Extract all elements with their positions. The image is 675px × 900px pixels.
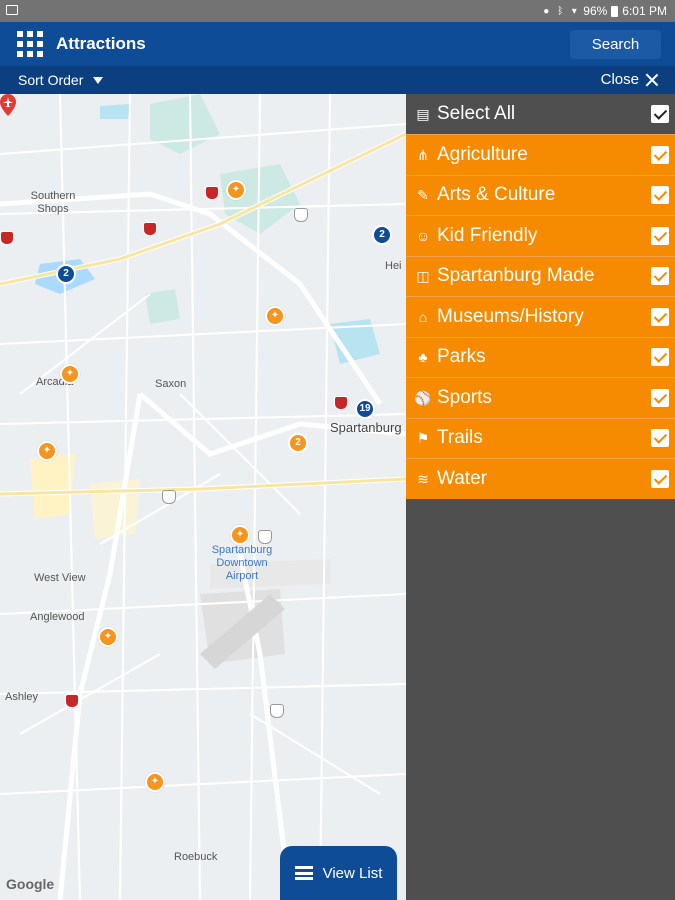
filter-label: Kid Friendly [437,224,538,246]
route-shield [65,694,79,708]
filter-checkbox[interactable] [651,307,669,326]
palette-icon: ✎ [417,187,429,204]
filter-row-sports[interactable]: ⚾ Sports [406,377,675,418]
google-logo: Google [6,876,55,892]
route-shield [270,704,284,718]
close-icon [645,73,659,87]
category-filter-panel: ▤ Select All ⋔ Agriculture ✎ Arts & Cult… [406,94,675,499]
route-shield [143,222,157,236]
filter-checkbox[interactable] [651,388,669,407]
filter-checkbox[interactable] [651,186,669,205]
attraction-pin[interactable]: ✦ [230,525,250,545]
water-icon: ≋ [417,470,429,487]
caret-down-icon [93,76,104,84]
route-shield [0,231,14,245]
map-view[interactable]: Southern Shops Arcadia Saxon Spartanburg… [0,94,406,900]
filter-label: Spartanburg Made [437,265,595,287]
select-all-label: Select All [437,103,516,124]
select-all-row[interactable]: ▤ Select All [406,94,675,134]
filter-checkbox[interactable] [651,267,669,286]
filter-row-parks[interactable]: ♣ Parks [406,336,675,377]
filter-row-spartanburg-made[interactable]: ◫ Spartanburg Made [406,255,675,296]
filter-checkbox[interactable] [651,348,669,367]
close-filter-button[interactable]: Close [601,71,659,88]
place-label-roebuck: Roebuck [174,851,218,863]
attraction-pin[interactable]: ✦ [37,441,57,461]
list-icon [294,866,313,880]
route-shield [162,490,176,504]
gallery-icon [6,5,18,15]
battery-percent: 96% [583,4,608,18]
park-icon: ♣ [418,349,428,366]
place-label-anglewood: Anglewood [30,611,85,623]
place-label-hei: Hei [385,260,402,272]
place-label-saxon: Saxon [155,378,187,390]
family-icon: ☺ [415,227,431,244]
view-list-button[interactable]: View List [280,846,397,900]
sports-icon: ⚾ [414,389,432,406]
attraction-pin[interactable]: ✦ [98,627,118,647]
battery-icon [611,5,619,17]
place-label-southern-shops: Southern Shops [30,190,76,215]
map-cluster[interactable]: 2 [288,433,308,453]
filter-row-kid-friendly[interactable]: ☺ Kid Friendly [406,215,675,256]
filter-row-agriculture[interactable]: ⋔ Agriculture [406,134,675,175]
filter-label: Museums/History [437,305,584,327]
filter-checkbox[interactable] [651,469,669,488]
map-cluster[interactable]: 2 [56,264,76,284]
filter-row-trails[interactable]: ⚑ Trails [406,417,675,458]
page-title: Attractions [56,34,146,53]
sort-bar: Sort Order Close [0,66,675,94]
filter-label: Arts & Culture [437,184,556,206]
filter-row-arts-culture[interactable]: ✎ Arts & Culture [406,174,675,215]
book-icon: ◫ [416,268,430,285]
close-label: Close [600,71,639,88]
select-all-checkbox[interactable] [651,105,669,123]
filter-label: Water [437,467,487,489]
filter-row-museums-history[interactable]: ⌂ Museums/History [406,296,675,337]
wifi-icon: ▾ [571,5,577,17]
status-right: ● ᛒ ▾ 96% 6:01 PM [541,4,667,18]
attraction-pin[interactable]: ✦ [60,364,80,384]
route-shield [294,208,308,222]
clock: 6:01 PM [622,4,667,18]
location-icon: ● [543,5,550,17]
filter-checkbox[interactable] [651,145,669,164]
attraction-pin[interactable]: ✦ [145,772,165,792]
filter-label: Trails [437,427,483,449]
checklist-icon: ▤ [416,106,430,122]
attraction-pin[interactable]: ✦ [265,306,285,326]
app-bar: Attractions Search [0,22,675,66]
museum-icon: ⌂ [418,308,428,325]
sort-order-label: Sort Order [18,72,84,88]
place-label-airport: Spartanburg Downtown Airport [211,544,273,582]
route-shield [205,186,219,200]
agriculture-icon: ⋔ [417,146,429,163]
bluetooth-icon: ᛒ [557,5,564,17]
filter-label: Agriculture [437,143,528,165]
route-shield [334,396,348,410]
airport-pin-icon[interactable] [0,94,16,116]
filter-label: Sports [437,386,492,408]
attraction-pin[interactable]: ✦ [226,180,246,200]
filter-label: Parks [437,346,486,368]
route-shield [258,530,272,544]
signpost-icon: ⚑ [416,430,430,447]
status-bar: ● ᛒ ▾ 96% 6:01 PM [0,0,675,22]
map-cluster[interactable]: 19 [355,399,375,419]
place-label-spartanburg: Spartanburg [330,420,402,435]
filter-checkbox[interactable] [651,429,669,448]
filter-checkbox[interactable] [651,226,669,245]
search-button[interactable]: Search [570,30,661,59]
app-grid-menu-icon[interactable] [17,31,43,57]
place-label-west-view: West View [34,572,86,584]
place-label-ashley: Ashley [5,691,39,703]
sort-order-dropdown[interactable]: Sort Order [18,72,104,88]
map-cluster[interactable]: 2 [372,225,392,245]
filter-row-water[interactable]: ≋ Water [406,458,675,499]
view-list-label: View List [322,864,383,882]
